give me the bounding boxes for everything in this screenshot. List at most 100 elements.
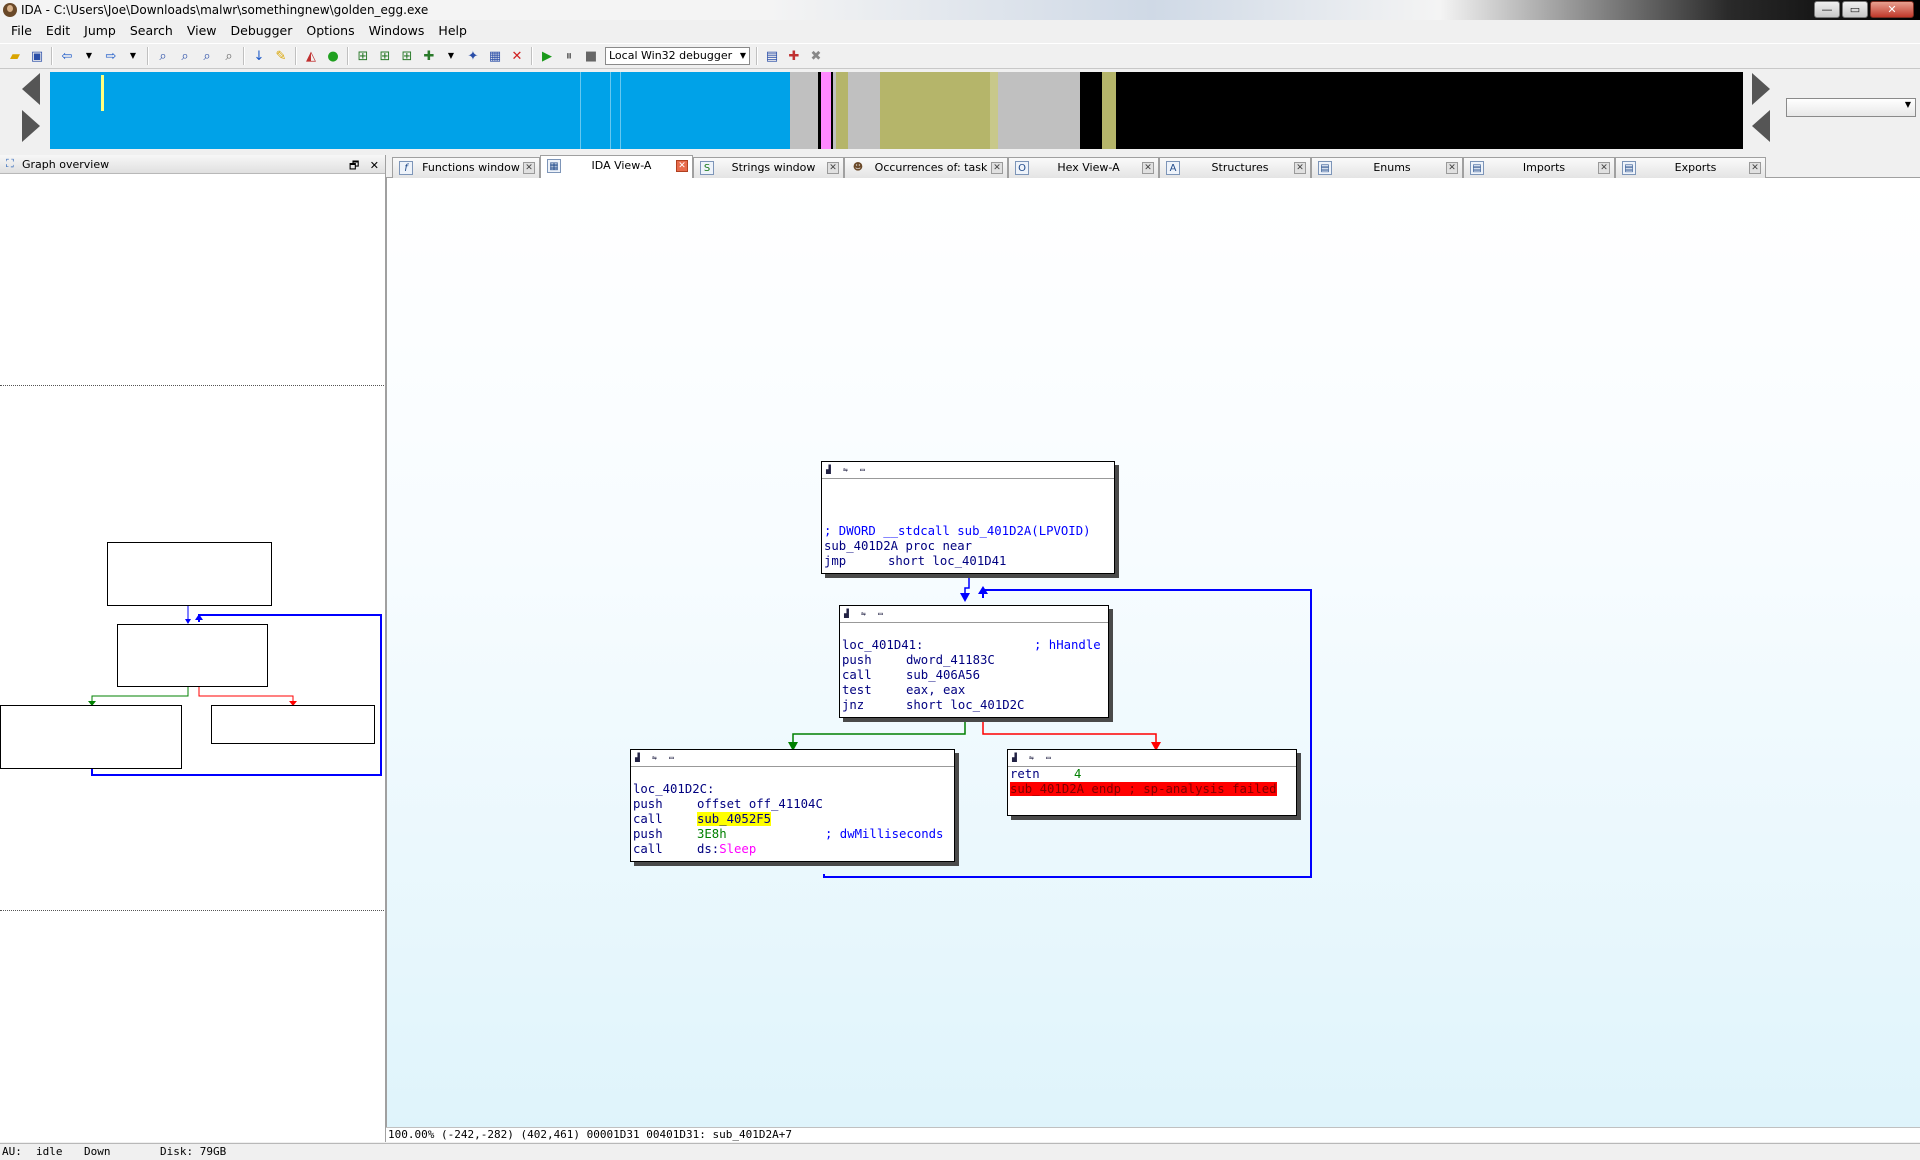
- attach-process-icon[interactable]: ✚: [784, 46, 804, 66]
- operand-jump-target[interactable]: short loc_401D2C: [906, 698, 1024, 712]
- operand-immediate[interactable]: 4: [1074, 767, 1081, 781]
- minimize-button[interactable]: —: [1814, 1, 1840, 18]
- flow-chart-icon[interactable]: ◭: [301, 46, 321, 66]
- code-line[interactable]: test eax, eax: [840, 683, 1108, 698]
- graph-node-sleep-block[interactable]: ▟ ⇋ ▭ loc_401D2C: push offset off_41104C …: [630, 749, 955, 862]
- proc-name[interactable]: sub_401D2A: [824, 539, 898, 553]
- node-collapse-icon[interactable]: ▭: [669, 754, 680, 762]
- analysis-error-line[interactable]: sub_401D2A endp ; sp-analysis failed: [1010, 782, 1277, 796]
- delete-icon[interactable]: ✕: [507, 46, 527, 66]
- code-line[interactable]: loc_401D41:; hHandle: [840, 638, 1108, 653]
- code-line[interactable]: ; DWORD __stdcall sub_401D2A(LPVOID): [822, 524, 1114, 539]
- overview-node-sleep-block[interactable]: [0, 705, 182, 769]
- tab-structures[interactable]: A Structures ✕: [1159, 157, 1311, 178]
- tab-hex-view-a[interactable]: O Hex View-A ✕: [1008, 157, 1159, 178]
- stop-icon[interactable]: ■: [581, 46, 601, 66]
- close-button[interactable]: ✕: [1870, 1, 1914, 18]
- node-color-icon[interactable]: ▟: [844, 610, 855, 618]
- dropdown-arrow-icon[interactable]: ▼: [79, 46, 99, 66]
- graph-node-return-block[interactable]: ▟ ⇋ ▭ retn 4 sub_401D2A endp ; sp-analysi…: [1007, 749, 1297, 816]
- menu-file[interactable]: File: [4, 21, 39, 41]
- debugger-select[interactable]: Local Win32 debugger: [605, 47, 750, 65]
- node-collapse-icon[interactable]: ▭: [860, 466, 871, 474]
- graph-view-icon[interactable]: ▦: [485, 46, 505, 66]
- code-line[interactable]: sub_401D2A endp ; sp-analysis failed: [1008, 782, 1296, 797]
- close-tab-icon[interactable]: ✕: [523, 162, 535, 174]
- dropdown-arrow-icon[interactable]: ▼: [441, 46, 461, 66]
- nav-zoom-out-icon[interactable]: [1752, 110, 1770, 142]
- overview-node-loop-check[interactable]: [117, 624, 268, 687]
- node-color-icon[interactable]: ▟: [826, 466, 837, 474]
- close-tab-icon[interactable]: ✕: [1446, 162, 1458, 174]
- close-tab-icon[interactable]: ✕: [1142, 162, 1154, 174]
- operand[interactable]: offset off_41104C: [697, 797, 823, 811]
- close-tab-icon[interactable]: ✕: [1749, 162, 1761, 174]
- pause-icon[interactable]: ⏸: [559, 46, 579, 66]
- close-tab-icon[interactable]: ✕: [991, 162, 1003, 174]
- open-folder-icon[interactable]: ▰: [5, 46, 25, 66]
- save-icon[interactable]: ▣: [27, 46, 47, 66]
- menu-help[interactable]: Help: [431, 21, 474, 41]
- operand-immediate[interactable]: 3E8h: [697, 827, 825, 842]
- mark-position-icon[interactable]: ✎: [271, 46, 291, 66]
- code-line[interactable]: retn 4: [1008, 767, 1296, 782]
- nav-scroll-right-icon[interactable]: [22, 110, 40, 142]
- block-label[interactable]: loc_401D2C:: [633, 782, 714, 796]
- menu-view[interactable]: View: [180, 21, 224, 41]
- play-icon[interactable]: ▶: [537, 46, 557, 66]
- node-color-icon[interactable]: ▟: [1012, 754, 1023, 762]
- operand[interactable]: dword_41183C: [906, 653, 995, 667]
- jump-down-icon[interactable]: ↓: [249, 46, 269, 66]
- search-immediate-icon[interactable]: ⌕: [197, 46, 217, 66]
- operand[interactable]: eax, eax: [906, 683, 965, 697]
- node-group-icon[interactable]: ⇋: [652, 754, 663, 762]
- code-line[interactable]: push offset off_41104C: [631, 797, 954, 812]
- graph-node-loop-check[interactable]: ▟ ⇋ ▭ loc_401D41:; hHandle push dword_411…: [839, 605, 1109, 718]
- graph-node-entry[interactable]: ▟ ⇋ ▭ ; DWORD __stdcall sub_401D2A(LPVOI…: [821, 461, 1115, 574]
- back-arrow-icon[interactable]: ⇦: [57, 46, 77, 66]
- code-line[interactable]: push dword_41183C: [840, 653, 1108, 668]
- graph-overview-canvas[interactable]: [0, 155, 386, 1142]
- node-group-icon[interactable]: ⇋: [843, 466, 854, 474]
- menu-jump[interactable]: Jump: [77, 21, 123, 41]
- detach-process-icon[interactable]: ✖: [806, 46, 826, 66]
- block-label[interactable]: loc_401D41:: [842, 638, 1034, 653]
- operand[interactable]: sub_406A56: [906, 668, 980, 682]
- close-tab-icon[interactable]: ✕: [827, 162, 839, 174]
- ida-graph-view[interactable]: ▟ ⇋ ▭ ; DWORD __stdcall sub_401D2A(LPVOI…: [386, 178, 1920, 1128]
- tab-enums[interactable]: ▤ Enums ✕: [1311, 157, 1463, 178]
- search-next-icon[interactable]: ⌕: [219, 46, 239, 66]
- add-segment-icon[interactable]: ⊞: [353, 46, 373, 66]
- tab-occurrences-task[interactable]: ☻ Occurrences of: task ✕: [844, 157, 1008, 178]
- code-line[interactable]: loc_401D2C:: [631, 782, 954, 797]
- code-line[interactable]: call ds:Sleep: [631, 842, 954, 857]
- node-collapse-icon[interactable]: ▭: [1046, 754, 1057, 762]
- tab-strings-window[interactable]: S Strings window ✕: [693, 157, 844, 178]
- node-color-icon[interactable]: ▟: [635, 754, 646, 762]
- add-struct-icon[interactable]: ⊞: [375, 46, 395, 66]
- forward-arrow-icon[interactable]: ⇨: [101, 46, 121, 66]
- code-line[interactable]: push 3E8h; dwMilliseconds: [631, 827, 954, 842]
- node-group-icon[interactable]: ⇋: [861, 610, 872, 618]
- debugger-options-icon[interactable]: ▤: [762, 46, 782, 66]
- nav-zoom-in-icon[interactable]: [1752, 73, 1770, 105]
- tab-functions-window[interactable]: f Functions window ✕: [392, 157, 540, 178]
- operand-highlighted[interactable]: sub_4052F5: [697, 812, 772, 826]
- nav-segment-select[interactable]: [1786, 98, 1916, 117]
- add-breakpoint-icon[interactable]: ✚: [419, 46, 439, 66]
- hook-icon[interactable]: ✦: [463, 46, 483, 66]
- overview-node-entry[interactable]: [107, 542, 272, 606]
- add-enum-icon[interactable]: ⊞: [397, 46, 417, 66]
- nav-scroll-left-icon[interactable]: [22, 73, 40, 105]
- code-line[interactable]: jnz short loc_401D2C: [840, 698, 1108, 713]
- search-text-icon[interactable]: ⌕: [153, 46, 173, 66]
- menu-options[interactable]: Options: [299, 21, 361, 41]
- menu-edit[interactable]: Edit: [39, 21, 77, 41]
- operand-jump-target[interactable]: short loc_401D41: [888, 554, 1006, 568]
- menu-windows[interactable]: Windows: [362, 21, 432, 41]
- code-line[interactable]: sub_401D2A proc near: [822, 539, 1114, 554]
- code-line[interactable]: call sub_406A56: [840, 668, 1108, 683]
- dropdown-arrow-icon[interactable]: ▼: [123, 46, 143, 66]
- menu-debugger[interactable]: Debugger: [224, 21, 300, 41]
- node-collapse-icon[interactable]: ▭: [878, 610, 889, 618]
